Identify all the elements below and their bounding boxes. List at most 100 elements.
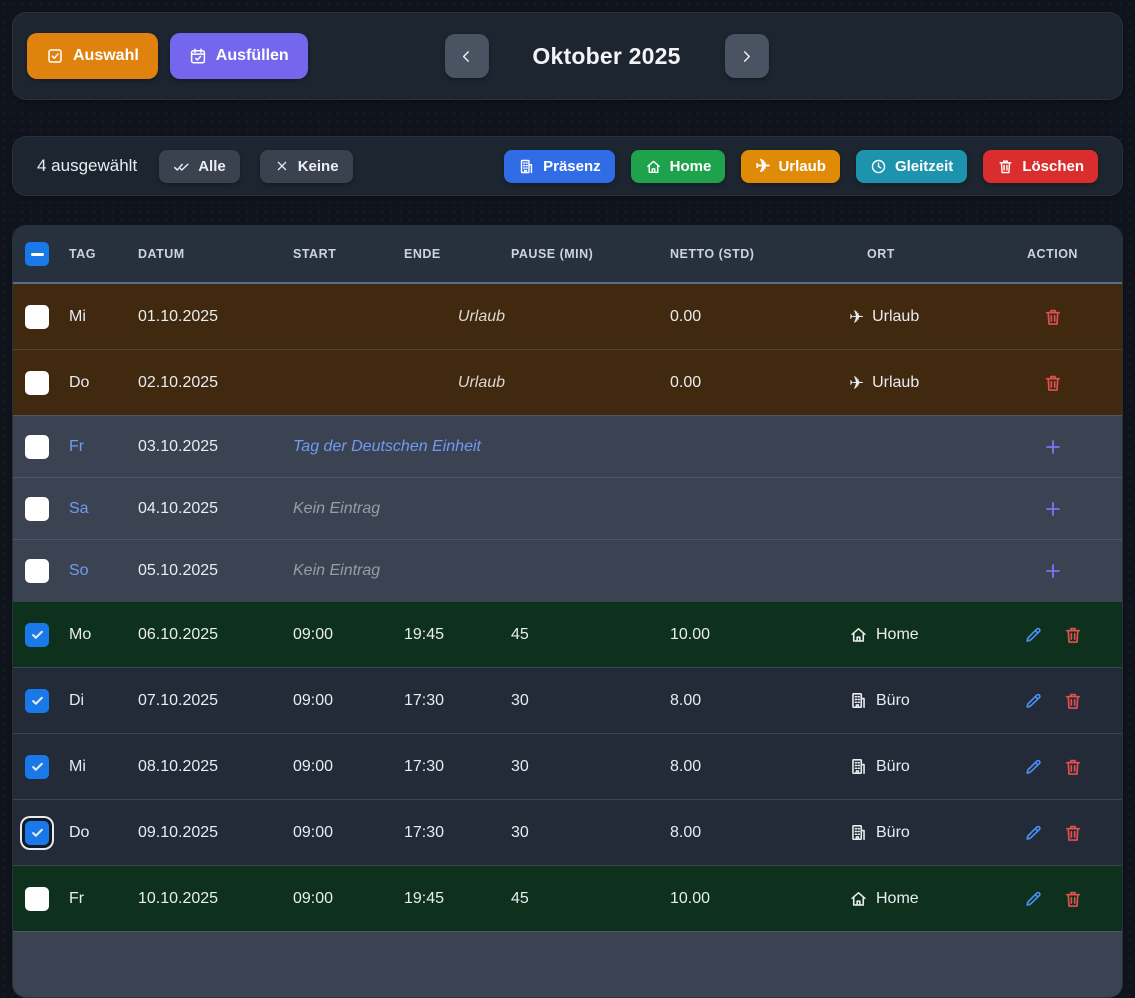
- edit-entry-button[interactable]: [1023, 757, 1043, 777]
- row-note: Urlaub: [293, 374, 670, 392]
- checkbox-icon: [46, 47, 64, 65]
- row-actions: [983, 889, 1122, 909]
- urlaub-button[interactable]: ✈Urlaub: [741, 150, 840, 183]
- day-label: Mi: [69, 758, 138, 776]
- row-checkbox[interactable]: [25, 887, 49, 911]
- date-label: 06.10.2025: [138, 626, 293, 644]
- start-time: 09:00: [293, 692, 404, 710]
- column-header-datum: DATUM: [138, 247, 293, 261]
- double-check-icon: [173, 158, 190, 175]
- praesenz-button[interactable]: Präsenz: [504, 150, 615, 183]
- chevron-right-icon: [738, 48, 755, 65]
- plane-icon: ✈: [849, 308, 864, 326]
- row-checkbox[interactable]: [25, 559, 49, 583]
- column-header-ort: ORT: [867, 247, 983, 261]
- row-checkbox[interactable]: [25, 497, 49, 521]
- delete-entry-button[interactable]: [1043, 307, 1063, 327]
- add-entry-button[interactable]: [1042, 560, 1064, 582]
- edit-entry-button[interactable]: [1023, 889, 1043, 909]
- edit-entry-button[interactable]: [1023, 625, 1043, 645]
- location-label: Home: [849, 889, 983, 908]
- row-checkbox[interactable]: [25, 755, 49, 779]
- edit-entry-button[interactable]: [1023, 823, 1043, 843]
- netto-hours: 10.00: [670, 890, 867, 908]
- plane-icon: ✈: [849, 374, 864, 392]
- plane-icon: ✈: [849, 308, 864, 326]
- row-checkbox[interactable]: [25, 305, 49, 329]
- clock-icon: [870, 158, 887, 175]
- app: { "toolbar": { "select_button": {"label"…: [0, 12, 1135, 945]
- add-entry-button[interactable]: [1042, 436, 1064, 458]
- day-label: Fr: [69, 438, 138, 456]
- row-actions: [983, 307, 1122, 327]
- table-body: Mi01.10.2025Urlaub0.00✈UrlaubDo02.10.202…: [13, 284, 1122, 997]
- date-label: 09.10.2025: [138, 824, 293, 842]
- end-time: 17:30: [404, 692, 511, 710]
- edit-entry-button[interactable]: [1023, 691, 1043, 711]
- row-actions: [983, 373, 1122, 393]
- home-icon: [849, 889, 868, 908]
- day-label: Mi: [69, 308, 138, 326]
- delete-entry-button[interactable]: [1043, 373, 1063, 393]
- pause-minutes: 45: [511, 626, 670, 644]
- auswahl-button[interactable]: Auswahl: [27, 33, 158, 79]
- table-row: Mi01.10.2025Urlaub0.00✈Urlaub: [13, 284, 1122, 349]
- selected-count-text: 4 ausgewählt: [37, 156, 137, 176]
- delete-entry-button[interactable]: [1063, 691, 1083, 711]
- select-none-label: Keine: [298, 158, 339, 175]
- netto-hours: 0.00: [670, 308, 867, 326]
- loeschen-button[interactable]: Löschen: [983, 150, 1098, 183]
- day-label: Mo: [69, 626, 138, 644]
- select-all-label: Alle: [198, 158, 226, 175]
- row-note: Kein Eintrag: [293, 500, 670, 518]
- add-entry-button[interactable]: [1042, 498, 1064, 520]
- row-actions: [983, 823, 1122, 843]
- location-label: ✈Urlaub: [849, 374, 983, 392]
- end-time: 19:45: [404, 890, 511, 908]
- gleitzeit-button[interactable]: Gleitzeit: [856, 150, 967, 183]
- selection-bar: 4 ausgewählt Alle Keine Präsenz Home ✈Urla…: [12, 136, 1123, 196]
- home-button[interactable]: Home: [631, 150, 726, 183]
- select-all-checkbox[interactable]: [25, 242, 49, 266]
- row-note: Tag der Deutschen Einheit: [293, 438, 670, 456]
- row-actions: [983, 691, 1122, 711]
- row-checkbox[interactable]: [25, 623, 49, 647]
- date-label: 02.10.2025: [138, 374, 293, 392]
- next-month-button[interactable]: [725, 34, 769, 78]
- end-time: 19:45: [404, 626, 511, 644]
- row-checkbox[interactable]: [25, 821, 49, 845]
- location-label: Büro: [849, 757, 983, 776]
- select-none-button[interactable]: Keine: [260, 150, 353, 183]
- table-row: Mi08.10.202509:0017:30308.00Büro: [13, 733, 1122, 799]
- date-label: 04.10.2025: [138, 500, 293, 518]
- table-row: So05.10.2025Kein Eintrag: [13, 539, 1122, 601]
- delete-entry-button[interactable]: [1063, 625, 1083, 645]
- start-time: 09:00: [293, 626, 404, 644]
- column-header-netto: NETTO (STD): [670, 247, 867, 261]
- table-row: Fr03.10.2025Tag der Deutschen Einheit: [13, 415, 1122, 477]
- ausfuellen-button[interactable]: Ausfüllen: [170, 33, 308, 79]
- row-note: Kein Eintrag: [293, 562, 670, 580]
- row-note: Urlaub: [293, 308, 670, 326]
- day-label: Di: [69, 692, 138, 710]
- building-icon: [849, 757, 868, 776]
- row-checkbox[interactable]: [25, 371, 49, 395]
- day-label: Do: [69, 374, 138, 392]
- row-actions: [983, 560, 1122, 582]
- table-row: Do09.10.202509:0017:30308.00Büro: [13, 799, 1122, 865]
- date-label: 08.10.2025: [138, 758, 293, 776]
- table-row: Fr10.10.202509:0019:454510.00Home: [13, 865, 1122, 931]
- delete-entry-button[interactable]: [1063, 889, 1083, 909]
- select-all-button[interactable]: Alle: [159, 150, 240, 183]
- delete-entry-button[interactable]: [1063, 823, 1083, 843]
- month-title: Oktober 2025: [532, 43, 680, 70]
- building-icon: [849, 691, 868, 710]
- month-navigation: Oktober 2025: [444, 34, 768, 78]
- column-header-ende: ENDE: [404, 247, 511, 261]
- row-checkbox[interactable]: [25, 435, 49, 459]
- delete-entry-button[interactable]: [1063, 757, 1083, 777]
- netto-hours: 8.00: [670, 758, 867, 776]
- row-checkbox[interactable]: [25, 689, 49, 713]
- trash-icon: [997, 158, 1014, 175]
- previous-month-button[interactable]: [444, 34, 488, 78]
